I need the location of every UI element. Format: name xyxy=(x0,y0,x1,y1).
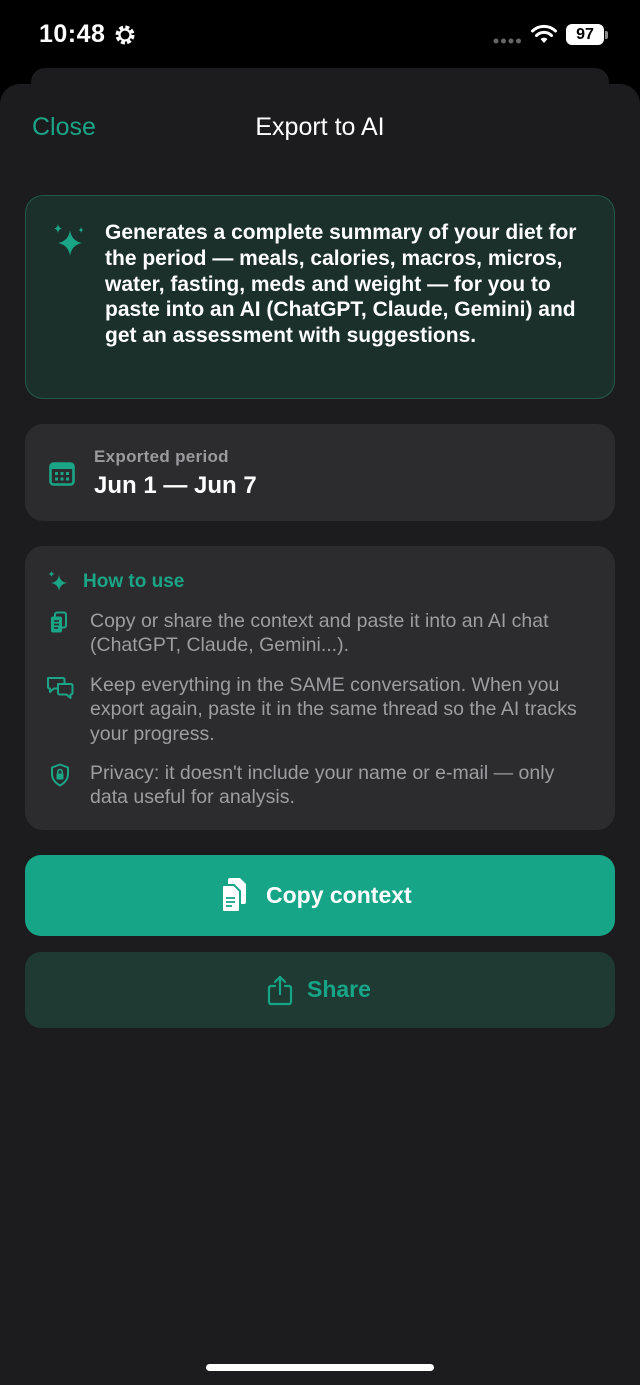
how-to-item-text: Keep everything in the SAME conversation… xyxy=(90,674,577,745)
sparkles-icon xyxy=(48,571,67,591)
status-bar: 10:48 97 xyxy=(0,0,640,70)
share-label: Share xyxy=(307,976,371,1002)
calendar-icon xyxy=(49,462,75,486)
info-description: Generates a complete summary of your die… xyxy=(105,221,577,348)
copy-context-button[interactable]: Copy context xyxy=(25,855,615,936)
lock-shield-icon xyxy=(51,763,69,787)
how-to-item-text: Privacy: it doesn't include your name or… xyxy=(90,762,555,809)
gear-icon xyxy=(115,25,135,45)
how-to-card: How to use Copy or share the context and… xyxy=(25,546,615,830)
share-button[interactable]: Share xyxy=(25,952,615,1028)
page-title: Export to AI xyxy=(255,113,385,141)
signal-dots-icon xyxy=(493,38,521,44)
how-to-item-text: Copy or share the context and paste it i… xyxy=(90,610,549,657)
share-icon xyxy=(267,975,293,1006)
copy-icon xyxy=(51,611,67,633)
how-to-title: How to use xyxy=(83,571,185,592)
wifi-icon xyxy=(531,24,557,43)
battery-icon: 97 xyxy=(566,24,604,45)
battery-nub xyxy=(605,31,608,39)
info-card: Generates a complete summary of your die… xyxy=(25,195,615,399)
sparkles-icon xyxy=(54,224,84,256)
home-indicator[interactable] xyxy=(206,1364,434,1371)
copy-icon xyxy=(221,878,246,913)
period-label: Exported period xyxy=(94,447,229,466)
chat-bubbles-icon xyxy=(47,677,74,699)
copy-context-label: Copy context xyxy=(266,882,412,908)
period-card: Exported period Jun 1 — Jun 7 xyxy=(25,424,615,521)
status-time: 10:48 xyxy=(39,20,106,48)
period-value: Jun 1 — Jun 7 xyxy=(94,472,257,499)
